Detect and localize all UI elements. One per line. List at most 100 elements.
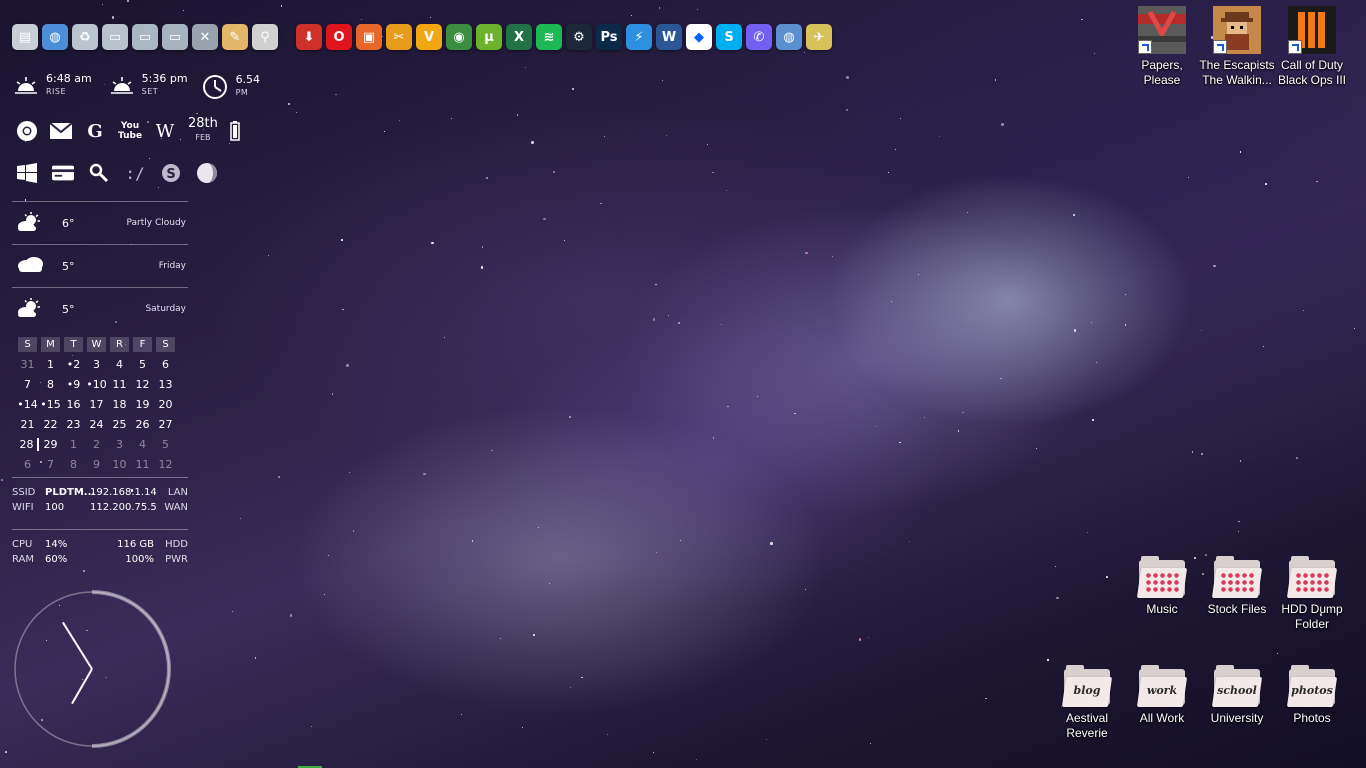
wikipedia-icon[interactable]: W [154,120,176,142]
calendar-day[interactable]: 3 [108,438,131,451]
magnifier-icon[interactable]: ⚲ [252,24,278,50]
spotify-icon[interactable]: ≋ [536,24,562,50]
calendar-day[interactable]: 23 [62,418,85,431]
calendar-day[interactable]: •14 [16,398,39,411]
chrome-icon[interactable]: ◉ [446,24,472,50]
calendar-day[interactable]: 2 [85,438,108,451]
folder-shortcut[interactable]: blog Aestival Reverie [1049,665,1125,741]
folder-shortcut[interactable]: Music [1124,556,1200,617]
skype-launcher-icon[interactable]: S [160,162,182,184]
card-reader-icon[interactable] [52,162,74,184]
calendar-day[interactable]: 5 [154,438,177,451]
youtube-icon[interactable]: You Tube [118,120,142,142]
calendar-day[interactable]: 1 [62,438,85,451]
documents-folder-icon[interactable]: ▭ [132,24,158,50]
mail-icon[interactable] [50,120,72,142]
pictures-folder-icon[interactable]: ▭ [162,24,188,50]
excel-icon[interactable]: X [506,24,532,50]
desktop-shortcut[interactable]: Papers, Please [1124,6,1200,88]
calendar-day[interactable]: 18 [108,398,131,411]
calendar-day[interactable]: 8 [62,458,85,471]
desktop-shortcut[interactable]: The Escapists The Walkin... [1199,6,1275,88]
terminal-icon[interactable]: :/ [124,162,146,184]
calendar-day[interactable]: 1 [39,358,62,371]
folder-shortcut[interactable]: Stock Files [1199,556,1275,617]
calendar-day[interactable]: 27 [154,418,177,431]
utorrent-icon[interactable]: µ [476,24,502,50]
calendar-day[interactable]: 29 [39,438,62,451]
calendar-day[interactable]: 12 [154,458,177,471]
calendar-day[interactable]: 10 [108,458,131,471]
calendar-day[interactable]: 7 [16,378,39,391]
calendar-day[interactable]: 8 [39,378,62,391]
calendar-day[interactable]: 4 [131,438,154,451]
calendar-day[interactable]: 9 [85,458,108,471]
skype-icon[interactable]: S [716,24,742,50]
computer-icon[interactable]: ▤ [12,24,38,50]
star [706,143,708,145]
calendar-day[interactable]: •15 [39,398,62,411]
star [516,114,519,116]
calendar-day[interactable]: 25 [108,418,131,431]
presentation-app-icon[interactable]: ▣ [356,24,382,50]
opera-icon[interactable]: O [326,24,352,50]
calendar-day[interactable]: 6 [154,358,177,371]
network-divider [12,477,188,478]
ssid-label: SSID [12,487,36,498]
lightning-app-icon[interactable]: ⚡ [626,24,652,50]
google-icon[interactable]: G [84,120,106,142]
calendar-day[interactable]: 19 [131,398,154,411]
recycle-bin-icon[interactable]: ♻ [72,24,98,50]
steam-icon[interactable]: ⚙ [566,24,592,50]
chrome-launcher-icon[interactable] [16,120,38,142]
calendar-day[interactable]: 11 [131,458,154,471]
world-browser-icon[interactable]: ◍ [776,24,802,50]
calendar-day[interactable]: 7 [39,458,62,471]
calendar-day[interactable]: 31 [16,358,39,371]
folder-shortcut[interactable]: photos Photos [1274,665,1350,726]
calendar-weekday: F [133,336,152,352]
calendar-day[interactable]: 4 [108,358,131,371]
star [327,554,329,556]
calendar-day[interactable]: 16 [62,398,85,411]
calendar-day[interactable]: •9 [62,378,85,391]
calendar-day[interactable]: •2 [62,358,85,371]
calendar-day[interactable]: 17 [85,398,108,411]
calendar-day[interactable]: 3 [85,358,108,371]
photoshop-icon[interactable]: Ps [596,24,622,50]
calendar-day[interactable]: 11 [108,378,131,391]
word-icon[interactable]: W [656,24,682,50]
star [899,441,901,444]
airplane-icon[interactable]: ✈ [806,24,832,50]
star [342,308,344,311]
calendar-day[interactable]: 13 [154,378,177,391]
network-globe-icon[interactable]: ◍ [42,24,68,50]
paint-palette-icon[interactable]: ✎ [222,24,248,50]
calendar-day[interactable]: 24 [85,418,108,431]
windows-icon[interactable] [16,162,38,184]
folder-shortcut[interactable]: school University [1199,665,1275,726]
desktop-shortcut[interactable]: Call of Duty Black Ops III [1274,6,1350,88]
calendar-day[interactable]: •10 [85,378,108,391]
calendar-day[interactable]: 22 [39,418,62,431]
folder-shortcut[interactable]: work All Work [1124,665,1200,726]
folder-icon[interactable]: ▭ [102,24,128,50]
dropbox-icon[interactable]: ◆ [686,24,712,50]
search-icon[interactable] [88,162,110,184]
viber-icon[interactable]: ✆ [746,24,772,50]
calendar-day[interactable]: 6 [16,458,39,471]
calendar-day[interactable]: 26 [131,418,154,431]
vlc-v-icon[interactable]: V [416,24,442,50]
calendar-today[interactable]: 28 [16,437,39,451]
calendar-day[interactable]: 5 [131,358,154,371]
star [652,318,656,321]
downloader-icon[interactable]: ⬇ [296,24,322,50]
calendar-day[interactable]: 12 [131,378,154,391]
star [756,395,758,397]
calendar-day[interactable]: 20 [154,398,177,411]
folder-shortcut[interactable]: HDD Dump Folder [1274,556,1350,632]
tools-icon[interactable]: ✕ [192,24,218,50]
partly-cloudy-icon [16,212,44,234]
calendar-day[interactable]: 21 [16,418,39,431]
video-editor-icon[interactable]: ✂ [386,24,412,50]
